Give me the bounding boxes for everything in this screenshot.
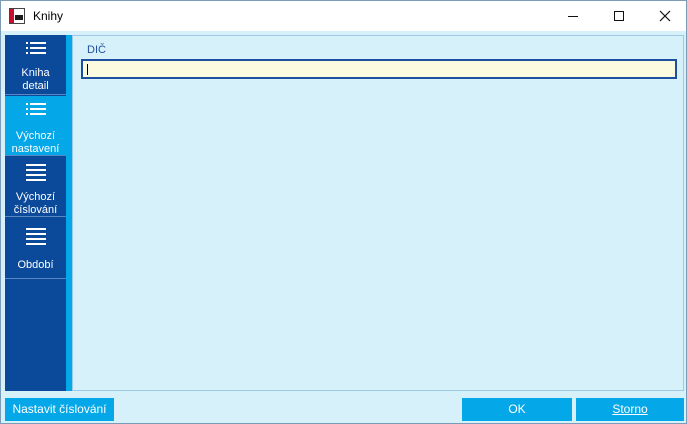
- sidebar: Kniha detail Výchozí nastavení Výchozí č…: [5, 35, 66, 391]
- sidebar-item-label: nastavení: [11, 143, 60, 155]
- sidebar-item-kniha-detail[interactable]: Kniha detail: [5, 35, 66, 95]
- list-icon: [26, 42, 46, 58]
- dic-input[interactable]: [81, 59, 677, 79]
- sidebar-item-label: Výchozí: [15, 130, 56, 142]
- sidebar-item-vychozi-nastaveni[interactable]: Výchozí nastavení: [5, 96, 66, 156]
- sidebar-item-label: detail: [22, 80, 49, 92]
- sidebar-item-label: Období: [17, 259, 54, 271]
- window-title: Knihy: [33, 9, 64, 23]
- menu-icon: [26, 226, 46, 245]
- main-panel: DIČ: [72, 35, 684, 391]
- minimize-icon: [568, 15, 578, 17]
- sidebar-item-label: číslování: [13, 204, 58, 216]
- dic-label: DIČ: [87, 44, 106, 56]
- text-caret: [87, 64, 88, 75]
- maximize-button[interactable]: [596, 1, 642, 31]
- minimize-button[interactable]: [550, 1, 596, 31]
- storno-button[interactable]: Storno: [576, 398, 684, 421]
- list-icon: [26, 103, 46, 119]
- sidebar-item-obdobi[interactable]: Období: [5, 219, 66, 279]
- title-bar: Knihy: [1, 1, 686, 31]
- close-icon: [659, 10, 671, 22]
- sidebar-item-vychozi-cislovani[interactable]: Výchozí číslování: [5, 157, 66, 217]
- app-icon: [9, 8, 25, 24]
- close-button[interactable]: [642, 1, 687, 31]
- ok-button[interactable]: OK: [462, 398, 572, 421]
- maximize-icon: [614, 11, 624, 21]
- window: Knihy Kniha detail Výchozí nastavení Výc…: [0, 0, 687, 424]
- storno-label: Storno: [612, 402, 648, 416]
- sidebar-item-label: Kniha: [21, 67, 50, 79]
- sidebar-item-label: Výchozí: [15, 191, 56, 203]
- nastavit-cislovani-button[interactable]: Nastavit číslování: [5, 398, 114, 421]
- menu-icon: [26, 164, 46, 181]
